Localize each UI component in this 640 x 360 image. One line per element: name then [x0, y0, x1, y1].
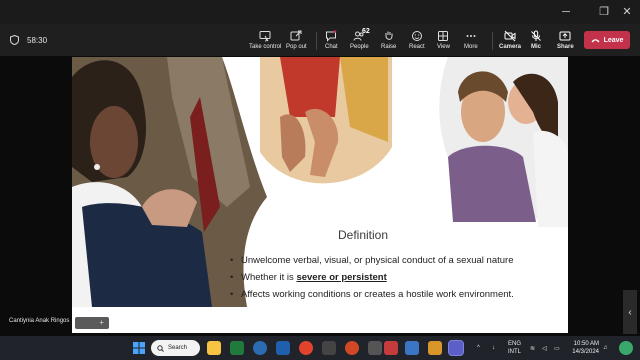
toolbar-divider [316, 32, 317, 50]
people-label: People [350, 44, 369, 50]
window-titlebar: ─ ❐ ✕ [0, 0, 640, 24]
tray-overflow-icon[interactable]: ^ [477, 336, 480, 360]
excel-icon[interactable] [230, 341, 244, 355]
meeting-timer: 58:30 [10, 32, 47, 48]
app-icon[interactable] [384, 341, 398, 355]
app-icon[interactable] [428, 341, 442, 355]
shared-content-stage: Definition • Unwelcome verbal, visual, or… [0, 56, 640, 336]
meeting-toolbar: 58:30 Take control Pop out Chat People 6… [0, 24, 640, 56]
leave-button[interactable]: Leave [584, 31, 630, 49]
taskbar-clock[interactable]: 10:50 AM 14/3/2024 [569, 340, 599, 356]
minimize-button[interactable]: ─ [551, 0, 581, 24]
take-control-label: Take control [249, 44, 282, 50]
pop-out-label: Pop out [286, 44, 307, 50]
slide-bullet: • Unwelcome verbal, visual, or physical c… [230, 255, 514, 266]
view-label: View [437, 44, 450, 50]
leave-label: Leave [603, 36, 624, 44]
app-icon[interactable] [322, 341, 336, 355]
react-icon [411, 31, 422, 41]
slide-title: Definition [338, 228, 389, 242]
notification-bell-icon[interactable]: ♫ [603, 336, 608, 360]
windows-taskbar: Search ^ ↓ ENG INTL ≋ ◁ ▭ 10:50 AM 14/3/… [0, 336, 640, 360]
battery-icon[interactable]: ▭ [554, 336, 560, 360]
download-icon[interactable]: ↓ [492, 336, 495, 360]
more-icon [466, 35, 476, 37]
teams-icon[interactable] [448, 340, 464, 356]
windows-start-icon[interactable] [133, 342, 145, 354]
camera-label: Camera [499, 44, 522, 50]
app-icon[interactable] [405, 341, 419, 355]
mic-button[interactable]: Mic [530, 27, 542, 53]
edge-icon[interactable] [253, 341, 267, 355]
view-button[interactable]: View [437, 27, 450, 53]
share-label: Share [557, 44, 574, 50]
toolbar-divider [492, 32, 493, 50]
react-button[interactable]: React [409, 27, 425, 53]
mic-label: Mic [530, 44, 541, 50]
pop-out-button[interactable]: Pop out [286, 27, 307, 53]
taskbar-search[interactable]: Search [151, 340, 200, 356]
react-label: React [409, 44, 425, 50]
wifi-icon[interactable]: ≋ [530, 336, 535, 360]
chat-button[interactable]: Chat [325, 27, 338, 53]
clock-date: 14/3/2024 [572, 349, 599, 355]
view-icon [438, 31, 449, 41]
expand-panel-button[interactable]: ‹ [623, 290, 637, 334]
close-window-button[interactable]: ✕ [612, 0, 640, 24]
share-button[interactable]: Share [557, 27, 574, 53]
camera-button[interactable]: Camera [499, 27, 521, 53]
phone-hangup-icon [591, 38, 600, 42]
file-explorer-icon[interactable] [207, 341, 221, 355]
language-indicator[interactable]: ENG INTL [508, 336, 521, 360]
participant-count: 62 [362, 28, 370, 35]
pop-out-icon [290, 30, 302, 41]
take-control-icon [259, 31, 271, 42]
slide-bullet-list: • Unwelcome verbal, visual, or physical c… [230, 252, 514, 303]
lang-layout: INTL [508, 349, 522, 355]
bullet-emphasis: severe or persistent [296, 272, 387, 283]
search-icon [157, 344, 164, 352]
share-icon [559, 31, 571, 41]
chrome-icon[interactable] [299, 341, 313, 355]
presentation-slide: Definition • Unwelcome verbal, visual, or… [72, 57, 568, 333]
camera-off-icon [504, 30, 516, 42]
raise-hand-icon [385, 31, 393, 40]
people-button[interactable]: People 62 [350, 27, 370, 53]
lang-code: ENG [508, 341, 522, 347]
bullet-text: Whether it is [241, 272, 297, 283]
slide-photo-center [260, 57, 392, 192]
take-control-button[interactable]: Take control [249, 27, 281, 53]
minimized-stage-bar[interactable]: + [75, 317, 109, 329]
slide-bullet: • Whether it is severe or persistent [230, 272, 387, 283]
mic-off-icon [531, 30, 541, 41]
clock-time: 10:50 AM [573, 341, 599, 347]
app-icon[interactable] [368, 341, 382, 355]
chat-label: Chat [325, 44, 338, 50]
more-label: More [464, 44, 478, 50]
raise-hand-button[interactable]: Raise [381, 27, 396, 53]
presenter-name: Cantiynia Anak Ringos [9, 318, 70, 324]
more-button[interactable]: More [464, 27, 478, 53]
raise-label: Raise [381, 44, 397, 50]
shield-icon [10, 35, 19, 45]
chevron-left-icon: ‹ [628, 306, 632, 318]
slide-photo-right [418, 57, 568, 232]
volume-icon[interactable]: ◁ [542, 336, 547, 360]
chat-icon [326, 30, 337, 42]
outlook-icon[interactable] [276, 341, 290, 355]
search-label: Search [168, 345, 188, 351]
bullet-text: Unwelcome verbal, visual, or physical co… [241, 255, 514, 266]
copilot-icon[interactable] [619, 341, 633, 355]
meeting-time-text: 58:30 [27, 35, 48, 45]
powerpoint-icon[interactable] [345, 341, 359, 355]
bullet-text: Affects working conditions or creates a … [241, 289, 514, 300]
slide-bullet: • Affects working conditions or creates a… [230, 289, 514, 300]
teams-meeting-window: ─ ❐ ✕ 58:30 Take control Pop out Chat Pe… [0, 0, 640, 360]
